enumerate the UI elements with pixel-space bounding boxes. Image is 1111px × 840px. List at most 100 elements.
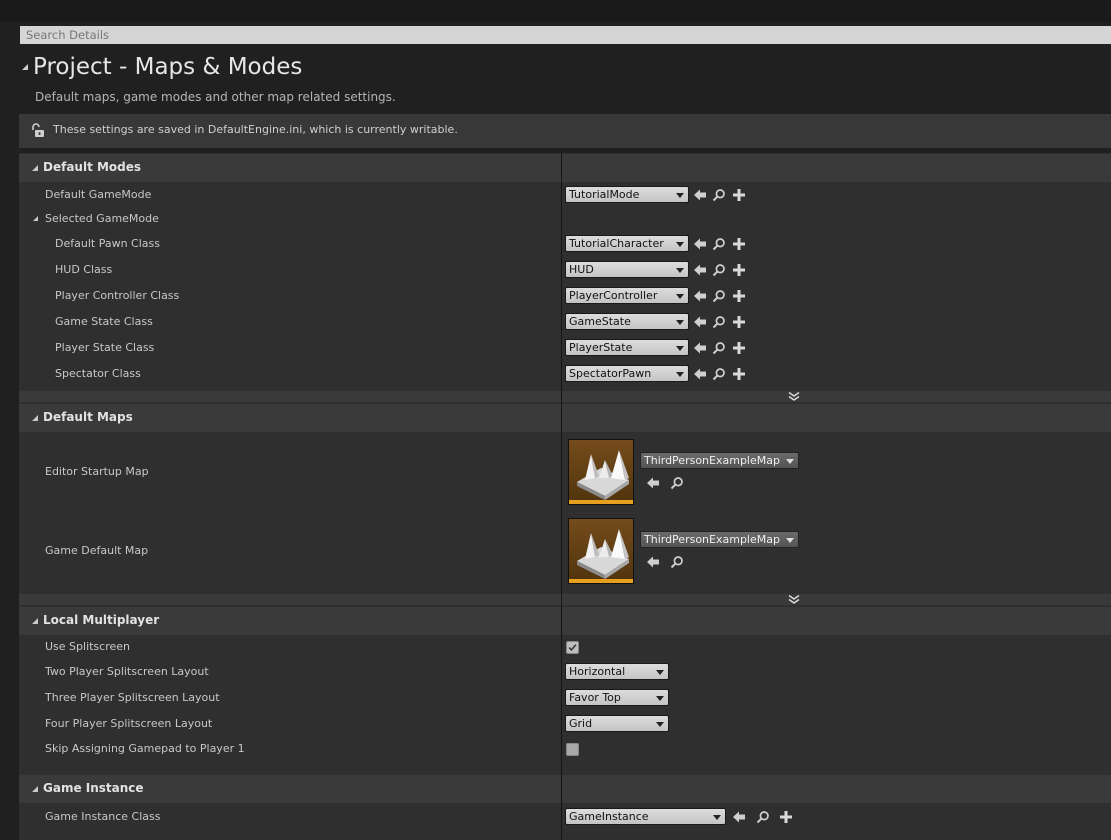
chevron-down-icon [676, 268, 684, 273]
arrow-left-icon[interactable] [693, 315, 707, 329]
combo-value: PlayerState [569, 341, 633, 354]
game-instance-class-combo[interactable]: GameInstance [565, 808, 726, 825]
plus-icon[interactable] [732, 263, 746, 277]
arrow-left-icon[interactable] [693, 289, 707, 303]
search-details-input[interactable] [20, 26, 1111, 44]
default-pawn-class-combo[interactable]: TutorialCharacter [565, 235, 689, 252]
game-state-class-combo[interactable]: GameState [565, 313, 689, 330]
details-panel [19, 153, 1111, 840]
editor-startup-map-label: Editor Startup Map [45, 465, 149, 478]
chevron-down-icon [656, 696, 664, 701]
skip-gamepad-label: Skip Assigning Gamepad to Player 1 [45, 742, 245, 755]
chevron-down-icon [786, 538, 794, 543]
combo-value: ThirdPersonExampleMap [644, 454, 780, 467]
player-controller-class-label: Player Controller Class [55, 289, 180, 302]
hud-class-combo[interactable]: HUD [565, 261, 689, 278]
category-label: Local Multiplayer [43, 613, 160, 627]
magnifier-icon[interactable] [712, 263, 726, 277]
category-default-modes[interactable] [19, 154, 1111, 182]
category-game-instance[interactable] [19, 775, 1111, 803]
magnifier-icon[interactable] [670, 555, 684, 569]
magnifier-icon[interactable] [712, 341, 726, 355]
three-player-layout-combo[interactable]: Favor Top [565, 689, 669, 706]
three-player-layout-label: Three Player Splitscreen Layout [45, 691, 220, 704]
player-controller-class-combo[interactable]: PlayerController [565, 287, 689, 304]
chevron-down-icon [676, 242, 684, 247]
arrow-left-icon[interactable] [693, 367, 707, 381]
selected-gamemode-label[interactable]: Selected GameMode [45, 212, 159, 225]
page-title: Project - Maps & Modes [33, 54, 303, 80]
double-chevron-down-icon[interactable] [788, 595, 800, 604]
combo-value: ThirdPersonExampleMap [644, 533, 780, 546]
use-splitscreen-checkbox[interactable] [566, 641, 579, 654]
player-state-class-label: Player State Class [55, 341, 155, 354]
arrow-left-icon[interactable] [693, 341, 707, 355]
spectator-class-combo[interactable]: SpectatorPawn [565, 365, 689, 382]
combo-value: Horizontal [569, 665, 626, 678]
arrow-left-icon[interactable] [693, 237, 707, 251]
column-divider[interactable] [561, 153, 562, 840]
top-toolbar-strip [0, 0, 1111, 22]
chevron-down-icon [676, 294, 684, 299]
chevron-down-icon [676, 372, 684, 377]
double-chevron-down-icon[interactable] [788, 392, 800, 401]
category-local-multiplayer[interactable] [19, 607, 1111, 635]
plus-icon[interactable] [732, 341, 746, 355]
magnifier-icon[interactable] [712, 315, 726, 329]
magnifier-icon[interactable] [756, 810, 770, 824]
checkmark-icon [567, 642, 578, 653]
advanced-expander[interactable] [19, 594, 1111, 605]
chevron-down-icon [676, 320, 684, 325]
magnifier-icon[interactable] [670, 476, 684, 490]
plus-icon[interactable] [732, 367, 746, 381]
category-expand-arrow-icon[interactable] [32, 415, 38, 421]
skip-gamepad-checkbox[interactable] [566, 743, 579, 756]
combo-value: TutorialCharacter [569, 237, 664, 250]
default-gamemode-combo[interactable]: TutorialMode [565, 186, 689, 203]
subsection-expand-arrow-icon[interactable] [33, 216, 38, 221]
arrow-left-icon[interactable] [693, 188, 707, 202]
plus-icon[interactable] [732, 188, 746, 202]
category-label: Default Maps [43, 410, 133, 424]
editor-startup-map-combo[interactable]: ThirdPersonExampleMap [640, 452, 799, 469]
combo-value: TutorialMode [569, 188, 640, 201]
map-thumbnail-icon[interactable] [568, 518, 634, 584]
map-thumbnail-icon[interactable] [568, 439, 634, 505]
arrow-left-icon[interactable] [732, 810, 746, 824]
magnifier-icon[interactable] [712, 289, 726, 303]
plus-icon[interactable] [732, 315, 746, 329]
category-label: Game Instance [43, 781, 144, 795]
header-collapse-arrow-icon[interactable] [22, 64, 28, 70]
magnifier-icon[interactable] [712, 237, 726, 251]
magnifier-icon[interactable] [712, 367, 726, 381]
combo-value: Grid [569, 717, 593, 730]
plus-icon[interactable] [779, 810, 793, 824]
category-default-maps[interactable] [19, 404, 1111, 432]
default-gamemode-label: Default GameMode [45, 188, 152, 201]
two-player-layout-combo[interactable]: Horizontal [565, 663, 669, 680]
combo-value: PlayerController [569, 289, 658, 302]
four-player-layout-label: Four Player Splitscreen Layout [45, 717, 213, 730]
category-expand-arrow-icon[interactable] [32, 618, 38, 624]
category-expand-arrow-icon[interactable] [32, 786, 38, 792]
chevron-down-icon [676, 193, 684, 198]
arrow-left-icon[interactable] [646, 476, 660, 490]
chevron-down-icon [713, 815, 721, 820]
game-default-map-combo[interactable]: ThirdPersonExampleMap [640, 531, 799, 548]
combo-value: GameState [569, 315, 631, 328]
config-notice-text: These settings are saved in DefaultEngin… [53, 123, 458, 136]
plus-icon[interactable] [732, 237, 746, 251]
magnifier-icon[interactable] [712, 188, 726, 202]
page-description: Default maps, game modes and other map r… [35, 90, 396, 104]
arrow-left-icon[interactable] [646, 555, 660, 569]
category-expand-arrow-icon[interactable] [32, 165, 38, 171]
two-player-layout-label: Two Player Splitscreen Layout [45, 665, 209, 678]
plus-icon[interactable] [732, 289, 746, 303]
combo-value: GameInstance [569, 810, 649, 823]
advanced-expander[interactable] [19, 391, 1111, 402]
four-player-layout-combo[interactable]: Grid [565, 715, 669, 732]
unlock-icon [30, 123, 46, 139]
combo-value: Favor Top [569, 691, 621, 704]
player-state-class-combo[interactable]: PlayerState [565, 339, 689, 356]
arrow-left-icon[interactable] [693, 263, 707, 277]
